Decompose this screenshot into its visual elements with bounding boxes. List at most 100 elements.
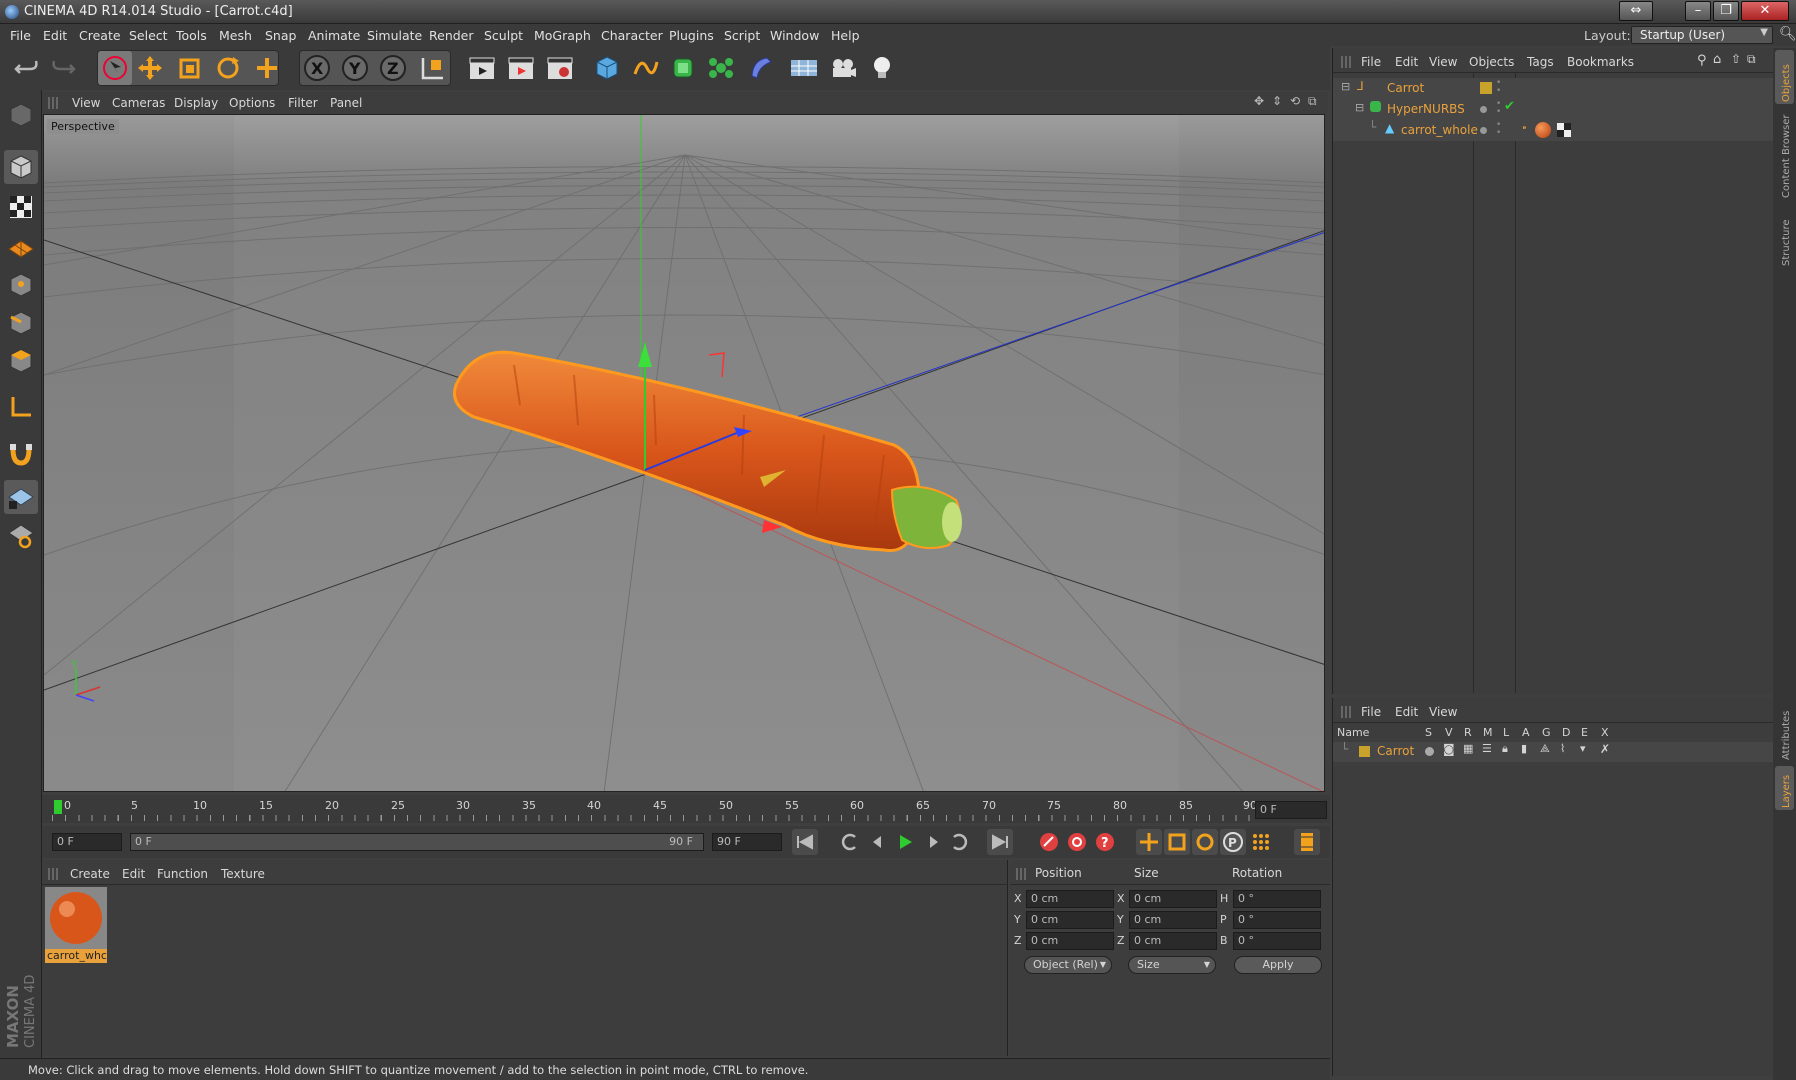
visibility-dots[interactable]: • • (1496, 79, 1501, 96)
mograph-cloner-button[interactable] (704, 51, 738, 85)
rot-h-field[interactable]: 0 ° (1233, 890, 1321, 908)
pos-z-field[interactable]: 0 cm (1026, 932, 1114, 950)
model-mode-button[interactable] (4, 150, 38, 184)
record-scale-toggle[interactable] (1164, 829, 1190, 855)
menu-select[interactable]: Select (129, 28, 168, 43)
layer-color-swatch[interactable] (1480, 82, 1492, 94)
previous-key-button[interactable] (836, 829, 862, 855)
size-mode-dropdown[interactable]: Size ▼ (1128, 956, 1216, 974)
phong-tag-icon[interactable]: ⁍ (1522, 123, 1527, 134)
points-mode-button[interactable] (4, 268, 38, 302)
object-row-hypernurbs[interactable]: ⊟ HyperNURBS • • ✔ (1333, 99, 1773, 120)
new-window-icon[interactable]: ⧉ (1747, 52, 1756, 67)
locked-workplane-button[interactable] (4, 480, 38, 514)
close-button[interactable]: ✕ (1741, 1, 1789, 21)
size-y-field[interactable]: 0 cm (1129, 911, 1217, 929)
object-row-carrot[interactable]: ⊟ ⅃ Carrot • • (1333, 78, 1773, 99)
view-eye-icon[interactable]: ◙ (1443, 742, 1455, 756)
polygons-mode-button[interactable] (4, 344, 38, 378)
menu-script[interactable]: Script (724, 28, 760, 43)
rot-b-field[interactable]: 0 ° (1233, 932, 1321, 950)
live-selection-button[interactable] (98, 51, 132, 85)
visibility-dots[interactable]: • • (1496, 121, 1501, 138)
edges-mode-button[interactable] (4, 306, 38, 340)
viewport-menu-display[interactable]: Display (174, 96, 218, 110)
objects-menu-edit[interactable]: Edit (1395, 55, 1418, 69)
timeline-frame-field[interactable]: 0 F (1255, 801, 1327, 819)
rotate-tool-button[interactable] (211, 51, 245, 85)
tab-objects[interactable]: Objects (1775, 50, 1794, 104)
record-point-level-toggle[interactable] (1248, 829, 1274, 855)
menu-file[interactable]: File (10, 28, 31, 43)
next-key-button[interactable] (947, 829, 973, 855)
make-editable-button[interactable] (4, 98, 38, 132)
move-tool-button[interactable] (133, 51, 167, 85)
layer-color-swatch[interactable] (1359, 746, 1370, 757)
rot-p-field[interactable]: 0 ° (1233, 911, 1321, 929)
home-icon[interactable]: ⌂ (1713, 52, 1721, 67)
y-axis-toggle[interactable]: Y (338, 51, 372, 85)
nurbs-button[interactable] (666, 51, 700, 85)
scale-tool-button[interactable] (172, 51, 206, 85)
menu-mograph[interactable]: MoGraph (534, 28, 591, 43)
material-menu-create[interactable]: Create (70, 867, 110, 881)
collapse-icon[interactable]: ⊟ (1341, 80, 1350, 93)
snap-button[interactable] (4, 436, 38, 470)
material-swatch[interactable]: carrot_whc (45, 887, 107, 965)
menu-edit[interactable]: Edit (43, 28, 67, 43)
animation-icon[interactable]: ▮ (1521, 742, 1527, 755)
viewport-rotate-icon[interactable]: ⟲ (1290, 94, 1300, 108)
apply-button[interactable]: Apply (1234, 956, 1322, 974)
layer-row-carrot[interactable]: └ Carrot ◙ ▦ ☰ 🔒︎ ▮ ⟁ ⌇ ▾ ✗ (1333, 742, 1773, 762)
generators-icon[interactable]: ⟁ (1540, 742, 1550, 756)
planar-workplane-button[interactable] (4, 518, 38, 552)
objects-menu-bookmarks[interactable]: Bookmarks (1567, 55, 1634, 69)
manager-icon[interactable]: ☰ (1482, 742, 1492, 755)
coordinate-system-button[interactable] (416, 51, 450, 85)
search-icon[interactable]: ⚲ (1697, 53, 1707, 68)
tab-structure[interactable]: Structure (1775, 204, 1794, 268)
viewport-maximize-icon[interactable]: ⧉ (1308, 94, 1317, 109)
timeline-ticks[interactable]: 0 5 10 15 20 25 30 35 40 45 50 55 60 65 … (52, 799, 1282, 821)
camera-button[interactable] (826, 51, 860, 85)
menu-help[interactable]: Help (831, 28, 860, 43)
material-menu-edit[interactable]: Edit (122, 867, 145, 881)
minimize-button[interactable]: – (1685, 1, 1711, 21)
timeline-scheme-button[interactable] (1294, 829, 1320, 855)
floor-scene-button[interactable] (787, 51, 821, 85)
pos-y-field[interactable]: 0 cm (1026, 911, 1114, 929)
spline-button[interactable] (628, 51, 662, 85)
frame-range-slider[interactable]: 0 F 90 F (130, 833, 704, 851)
object-row-carrot-whole[interactable]: └ ▲ carrot_whole • • ⁍ (1333, 120, 1773, 141)
deformer-button[interactable] (744, 51, 778, 85)
material-menu-texture[interactable]: Texture (221, 867, 265, 881)
maximize-button[interactable]: ❐ (1713, 1, 1739, 21)
objects-menu-objects[interactable]: Objects (1469, 55, 1514, 69)
axis-mode-button[interactable] (4, 390, 38, 424)
cube-primitive-button[interactable] (590, 51, 624, 85)
viewport-menu-view[interactable]: View (72, 96, 100, 110)
playhead-marker[interactable] (54, 800, 62, 814)
add-tool-button[interactable] (250, 51, 284, 85)
lock-icon[interactable]: 🔒︎ (1502, 742, 1508, 756)
viewport-menu-options[interactable]: Options (229, 96, 275, 110)
deformers-icon[interactable]: ⌇ (1560, 742, 1565, 755)
xref-icon[interactable]: ✗ (1600, 742, 1610, 756)
layers-menu-edit[interactable]: Edit (1395, 705, 1418, 719)
render-settings-button[interactable] (543, 51, 577, 85)
x-axis-toggle[interactable]: X (300, 51, 334, 85)
menu-snap[interactable]: Snap (265, 28, 296, 43)
objects-menu-tags[interactable]: Tags (1527, 55, 1554, 69)
pos-x-field[interactable]: 0 cm (1026, 890, 1114, 908)
autokey-button[interactable] (1064, 829, 1090, 855)
expressions-icon[interactable]: ▾ (1580, 742, 1586, 755)
undo-button[interactable] (10, 51, 44, 85)
record-rotation-toggle[interactable] (1192, 829, 1218, 855)
play-button[interactable] (892, 829, 918, 855)
menu-simulate[interactable]: Simulate (367, 28, 422, 43)
previous-frame-button[interactable] (864, 829, 890, 855)
record-parameter-toggle[interactable]: P (1220, 829, 1246, 855)
size-z-field[interactable]: 0 cm (1129, 932, 1217, 950)
menu-plugins[interactable]: Plugins (669, 28, 714, 43)
layers-menu-file[interactable]: File (1361, 705, 1381, 719)
